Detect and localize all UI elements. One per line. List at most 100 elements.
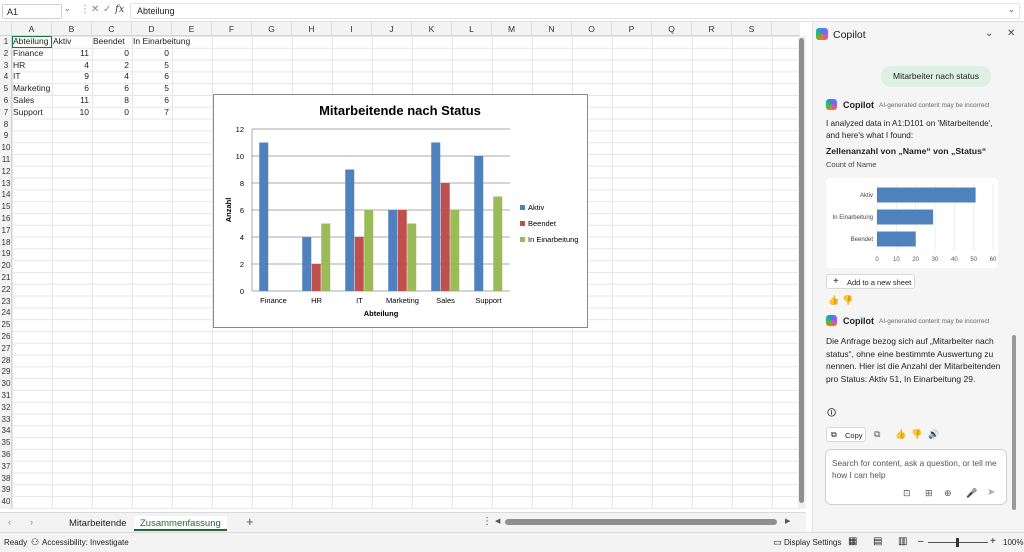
row-header[interactable]: 8 [0,119,12,131]
reference-icon[interactable]: 🛈 [827,406,836,422]
more-icon[interactable]: ⋮ [482,516,492,527]
chevron-right-icon[interactable]: › [30,517,33,527]
cell[interactable]: 11 [52,48,89,60]
column-header[interactable]: H [292,22,332,36]
row-header[interactable]: 10 [0,142,12,154]
column-header[interactable]: R [692,22,732,36]
cell[interactable]: Support [13,107,50,119]
prompt-input[interactable]: Search for content, ask a question, or t… [825,449,1007,505]
add-to-sheet-button[interactable]: + Add to a new sheet [826,274,915,289]
formula-input[interactable]: Abteilung [130,3,1020,19]
row-header[interactable]: 14 [0,189,12,201]
page-layout-icon[interactable]: ▤ [873,536,882,547]
row-header[interactable]: 26 [0,331,12,343]
row-header[interactable]: 35 [0,437,12,449]
prompt-guide-icon[interactable]: ⊡ [903,488,911,499]
row-header[interactable]: 22 [0,284,12,296]
cell[interactable]: 2 [92,60,129,72]
close-icon[interactable]: ✕ [1007,28,1015,39]
chevron-down-icon[interactable]: ⌄ [64,4,74,13]
row-header[interactable]: 4 [0,71,12,83]
name-box[interactable]: A1 [2,4,62,19]
row-header[interactable]: 17 [0,225,12,237]
function-icon[interactable]: fx [115,4,124,15]
web-icon[interactable]: ⊕ [944,488,952,499]
row-header[interactable]: 28 [0,355,12,367]
row-header[interactable]: 34 [0,425,12,437]
column-header[interactable]: P [612,22,652,36]
cell[interactable]: 4 [52,60,89,72]
cell[interactable]: In Einarbeitung [133,36,190,48]
cell[interactable]: 10 [52,107,89,119]
cell[interactable]: Beendet [93,36,130,48]
cell[interactable]: Marketing [13,83,50,95]
row-header[interactable]: 25 [0,319,12,331]
row-header[interactable]: 32 [0,402,12,414]
column-header[interactable]: E [172,22,212,36]
zoom-in-icon[interactable]: + [990,536,996,547]
row-header[interactable]: 3 [0,60,12,72]
scroll-right-icon[interactable]: ▶ [785,517,790,525]
thumbs-down-icon[interactable]: 👎 [842,295,853,306]
column-header[interactable]: L [452,22,492,36]
horizontal-scroll-thumb[interactable] [505,519,777,525]
column-header[interactable]: I [332,22,372,36]
chevron-left-icon[interactable]: ‹ [8,517,11,527]
row-header[interactable]: 36 [0,449,12,461]
column-header[interactable]: N [532,22,572,36]
cell[interactable]: 0 [92,48,129,60]
cell[interactable]: HR [13,60,50,72]
cell[interactable]: 5 [132,83,169,95]
vertical-scroll-thumb[interactable] [799,38,804,503]
column-header[interactable]: B [52,22,92,36]
speaker-icon[interactable]: 🔊 [928,429,939,440]
enter-icon[interactable]: ✓ [103,4,111,15]
cell[interactable]: 9 [52,71,89,83]
cell[interactable]: Aktiv [53,36,90,48]
cell[interactable]: 6 [132,95,169,107]
row-header[interactable]: 15 [0,201,12,213]
zoom-out-icon[interactable]: – [918,536,924,547]
row-header[interactable]: 33 [0,414,12,426]
select-all-corner[interactable] [0,22,12,36]
row-header[interactable]: 2 [0,48,12,60]
zoom-slider-thumb[interactable] [956,538,959,547]
column-header[interactable]: G [252,22,292,36]
column-header[interactable]: O [572,22,612,36]
row-header[interactable]: 7 [0,107,12,119]
row-header[interactable]: 29 [0,366,12,378]
row-header[interactable]: 30 [0,378,12,390]
row-header[interactable]: 27 [0,343,12,355]
cell[interactable]: 6 [52,83,89,95]
row-header[interactable]: 13 [0,178,12,190]
row-header[interactable]: 31 [0,390,12,402]
chevron-down-icon[interactable]: ⌄ [1008,5,1015,14]
copilot-scrollbar[interactable] [1012,335,1016,510]
page-break-icon[interactable]: ▥ [898,536,907,547]
cell[interactable]: 4 [92,71,129,83]
column-header[interactable]: A [12,22,52,36]
thumbs-up-icon[interactable]: 👍 [828,295,839,306]
cell[interactable]: 11 [52,95,89,107]
column-header[interactable]: M [492,22,532,36]
column-header[interactable]: S [732,22,772,36]
tab-mitarbeitende[interactable]: Mitarbeitende [63,516,133,531]
row-header[interactable]: 6 [0,95,12,107]
row-header[interactable]: 38 [0,473,12,485]
thumbs-up-icon[interactable]: 👍 [895,429,906,440]
row-header[interactable]: 16 [0,213,12,225]
cell[interactable]: 7 [132,107,169,119]
row-header[interactable]: 9 [0,130,12,142]
row-header[interactable]: 18 [0,237,12,249]
row-header[interactable]: 39 [0,484,12,496]
column-header[interactable]: D [132,22,172,36]
row-header[interactable]: 5 [0,83,12,95]
cell[interactable]: 0 [92,107,129,119]
copy-button[interactable]: ⧉ Copy [826,427,866,442]
row-header[interactable]: 37 [0,461,12,473]
row-header[interactable]: 21 [0,272,12,284]
cell[interactable]: 0 [132,48,169,60]
cancel-icon[interactable]: ✕ [91,4,99,15]
column-header[interactable]: K [412,22,452,36]
copy-icon[interactable]: ⧉ [874,429,880,440]
